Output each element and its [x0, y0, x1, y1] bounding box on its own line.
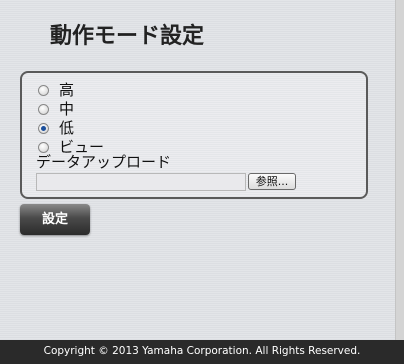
radio-view[interactable] — [38, 142, 49, 153]
page-title: 動作モード設定 — [50, 24, 205, 49]
mode-option-medium[interactable]: 中 — [38, 100, 74, 119]
browse-button[interactable]: 参照... — [248, 173, 296, 190]
data-upload-label: データアップロード — [36, 153, 172, 171]
file-path-input[interactable] — [36, 173, 246, 191]
radio-high[interactable] — [38, 85, 49, 96]
mode-settings-panel: 高 中 低 ビュー データアップロード 参照... — [20, 71, 368, 199]
mode-option-low[interactable]: 低 — [38, 119, 74, 138]
scrollbar[interactable] — [395, 0, 404, 340]
mode-option-high[interactable]: 高 — [38, 81, 74, 100]
radio-low[interactable] — [38, 123, 49, 134]
radio-label-high: 高 — [59, 81, 75, 99]
set-button[interactable]: 設定 — [20, 204, 90, 235]
radio-label-low: 低 — [59, 119, 75, 137]
radio-label-medium: 中 — [59, 100, 75, 118]
radio-medium[interactable] — [38, 104, 49, 115]
footer-copyright: Copyright © 2013 Yamaha Corporation. All… — [0, 340, 404, 364]
